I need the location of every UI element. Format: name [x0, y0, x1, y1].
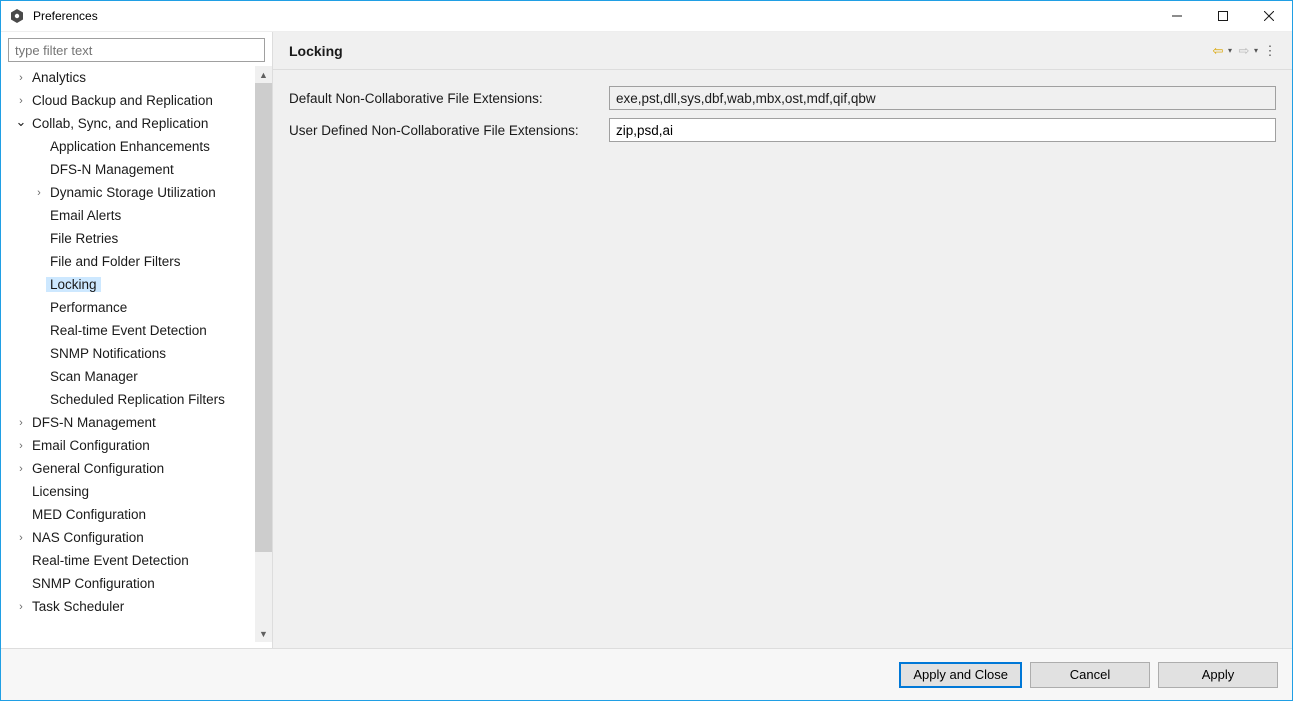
footer: Apply and Close Cancel Apply [1, 648, 1292, 700]
titlebar: Preferences [1, 1, 1292, 32]
tree-item-label: MED Configuration [28, 507, 150, 522]
tree-item[interactable]: ›Email Configuration [8, 434, 255, 457]
tree-item[interactable]: ›Performance [8, 296, 255, 319]
tree-item[interactable]: ›Analytics [8, 66, 255, 89]
tree-item-label: NAS Configuration [28, 530, 148, 545]
minimize-button[interactable] [1154, 1, 1200, 31]
chevron-right-icon[interactable]: › [14, 601, 28, 613]
tree-item-label: Real-time Event Detection [46, 323, 211, 338]
back-icon[interactable]: ⇦ [1210, 43, 1226, 59]
scroll-down-icon[interactable]: ▼ [255, 625, 272, 642]
sidebar: ›Analytics›Cloud Backup and Replication⌄… [1, 32, 273, 648]
close-icon [1264, 11, 1274, 21]
apply-button[interactable]: Apply [1158, 662, 1278, 688]
tree-item-label: SNMP Configuration [28, 576, 159, 591]
body: ›Analytics›Cloud Backup and Replication⌄… [1, 32, 1292, 648]
chevron-right-icon[interactable]: › [14, 95, 28, 107]
tree-item-label: Email Configuration [28, 438, 154, 453]
content-pane: Locking ⇦ ▾ ⇨ ▾ ⋮ Default Non-Collaborat… [273, 32, 1292, 648]
chevron-right-icon[interactable]: › [14, 417, 28, 429]
tree-wrap: ›Analytics›Cloud Backup and Replication⌄… [8, 66, 272, 642]
preferences-window: Preferences ›Analytics›Cloud Backup and … [0, 0, 1293, 701]
window-controls [1154, 1, 1292, 31]
tree-item[interactable]: ›DFS-N Management [8, 158, 255, 181]
content-header: Locking ⇦ ▾ ⇨ ▾ ⋮ [273, 32, 1292, 70]
scroll-thumb[interactable] [255, 83, 272, 552]
tree-item[interactable]: ›Scan Manager [8, 365, 255, 388]
tree-item[interactable]: ›Dynamic Storage Utilization [8, 181, 255, 204]
tree-item-label: Performance [46, 300, 131, 315]
tree-item[interactable]: ›File and Folder Filters [8, 250, 255, 273]
tree-item-label: Analytics [28, 70, 90, 85]
chevron-down-icon[interactable]: ⌄ [14, 114, 28, 130]
apply-and-close-button[interactable]: Apply and Close [899, 662, 1022, 688]
chevron-right-icon[interactable]: › [32, 187, 46, 199]
close-button[interactable] [1246, 1, 1292, 31]
tree-item-label: Real-time Event Detection [28, 553, 193, 568]
tree-item[interactable]: ›Email Alerts [8, 204, 255, 227]
back-menu-icon[interactable]: ▾ [1228, 46, 1232, 55]
chevron-right-icon[interactable]: › [14, 532, 28, 544]
tree-item[interactable]: ›General Configuration [8, 457, 255, 480]
tree-item[interactable]: ›File Retries [8, 227, 255, 250]
tree-item[interactable]: ›Task Scheduler [8, 595, 255, 618]
forward-menu-icon[interactable]: ▾ [1254, 46, 1258, 55]
tree-item[interactable]: ›MED Configuration [8, 503, 255, 526]
tree-item-label: Collab, Sync, and Replication [28, 116, 212, 131]
chevron-right-icon[interactable]: › [14, 440, 28, 452]
chevron-right-icon[interactable]: › [14, 463, 28, 475]
default-extensions-row: Default Non-Collaborative File Extension… [289, 86, 1276, 110]
default-extensions-label: Default Non-Collaborative File Extension… [289, 91, 609, 106]
tree-item-label: Locking [46, 277, 101, 292]
tree-item-label: Licensing [28, 484, 93, 499]
tree-item[interactable]: ›Application Enhancements [8, 135, 255, 158]
tree-item-label: File and Folder Filters [46, 254, 185, 269]
tree-item-label: Dynamic Storage Utilization [46, 185, 220, 200]
scroll-up-icon[interactable]: ▲ [255, 66, 272, 83]
tree-item-label: Application Enhancements [46, 139, 214, 154]
tree-item[interactable]: ›Scheduled Replication Filters [8, 388, 255, 411]
forward-icon[interactable]: ⇨ [1236, 43, 1252, 59]
user-extensions-label: User Defined Non-Collaborative File Exte… [289, 123, 609, 138]
user-extensions-input[interactable] [609, 118, 1276, 142]
tree-item[interactable]: ›Licensing [8, 480, 255, 503]
tree-item-label: Cloud Backup and Replication [28, 93, 217, 108]
tree-item-label: DFS-N Management [28, 415, 160, 430]
preferences-tree[interactable]: ›Analytics›Cloud Backup and Replication⌄… [8, 66, 255, 642]
user-extensions-row: User Defined Non-Collaborative File Exte… [289, 118, 1276, 142]
page-title: Locking [289, 43, 1210, 59]
maximize-button[interactable] [1200, 1, 1246, 31]
tree-item[interactable]: ›NAS Configuration [8, 526, 255, 549]
maximize-icon [1218, 11, 1228, 21]
window-title: Preferences [33, 9, 1154, 23]
tree-item[interactable]: ›Locking [8, 273, 255, 296]
tree-item[interactable]: ›SNMP Configuration [8, 572, 255, 595]
cancel-button[interactable]: Cancel [1030, 662, 1150, 688]
app-icon [9, 8, 25, 24]
view-menu-icon[interactable]: ⋮ [1262, 43, 1278, 59]
tree-item[interactable]: ›DFS-N Management [8, 411, 255, 434]
tree-item-label: DFS-N Management [46, 162, 178, 177]
chevron-right-icon[interactable]: › [14, 72, 28, 84]
tree-item-label: General Configuration [28, 461, 168, 476]
filter-input[interactable] [8, 38, 265, 62]
tree-item-label: Scan Manager [46, 369, 142, 384]
tree-item-label: Scheduled Replication Filters [46, 392, 229, 407]
minimize-icon [1172, 11, 1182, 21]
tree-item-label: Email Alerts [46, 208, 125, 223]
tree-item-label: Task Scheduler [28, 599, 128, 614]
default-extensions-input [609, 86, 1276, 110]
tree-item-label: SNMP Notifications [46, 346, 170, 361]
tree-item[interactable]: ›Cloud Backup and Replication [8, 89, 255, 112]
tree-item-label: File Retries [46, 231, 122, 246]
scrollbar[interactable]: ▲ ▼ [255, 66, 272, 642]
tree-item[interactable]: ⌄Collab, Sync, and Replication [8, 112, 255, 135]
content-body: Default Non-Collaborative File Extension… [273, 70, 1292, 648]
tree-item[interactable]: ›Real-time Event Detection [8, 319, 255, 342]
tree-item[interactable]: ›Real-time Event Detection [8, 549, 255, 572]
header-toolbar: ⇦ ▾ ⇨ ▾ ⋮ [1210, 43, 1278, 59]
tree-item[interactable]: ›SNMP Notifications [8, 342, 255, 365]
